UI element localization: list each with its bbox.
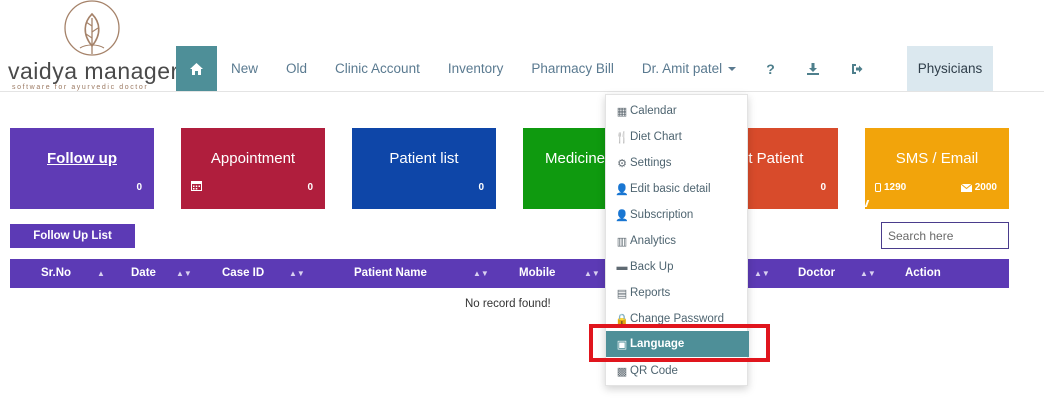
tile-label: Appointment	[210, 150, 296, 167]
sms-count: 1290	[875, 182, 906, 193]
menu-item-label: Edit basic detail	[630, 183, 711, 195]
patient-list-tile[interactable]: Patient list 0	[352, 128, 496, 209]
nav-old[interactable]: Old	[272, 46, 321, 91]
medicine-tile[interactable]: Medicine	[523, 128, 613, 209]
file-icon: ▤	[616, 287, 628, 300]
col-case-id[interactable]: Case ID	[222, 259, 264, 288]
empty-table-message: No record found!	[465, 298, 551, 310]
archive-icon: ▬	[616, 261, 628, 273]
envelope-icon	[960, 183, 972, 192]
user-icon: 👤	[615, 209, 629, 222]
patient-tile[interactable]: nt Patient 0	[740, 128, 838, 209]
tile-label: nt Patient	[740, 150, 804, 167]
sms-count-value: 1290	[884, 182, 907, 193]
menu-item-label: Analytics	[630, 235, 677, 247]
followup-list-button[interactable]: Follow Up List	[10, 224, 135, 248]
leaf-logo-icon	[64, 0, 120, 56]
tile-count: 0	[136, 182, 142, 193]
calendar-icon: ▦	[616, 105, 628, 118]
top-navigation: New Old Clinic Account Inventory Pharmac…	[176, 46, 879, 91]
tile-count: 0	[307, 182, 313, 193]
user-icon: 👤	[615, 183, 629, 196]
menu-item-settings[interactable]: ⚙ Settings	[606, 150, 747, 176]
nav-new[interactable]: New	[217, 46, 272, 91]
brand-tagline: software for ayurvedic doctor	[12, 84, 149, 91]
logout-icon	[851, 63, 863, 74]
col-mobile[interactable]: Mobile	[519, 259, 555, 288]
download-button[interactable]	[791, 46, 835, 91]
menu-item-label: QR Code	[630, 365, 678, 377]
nav-pharmacy-bill[interactable]: Pharmacy Bill	[517, 46, 628, 91]
sort-icon[interactable]: ▲▼	[860, 259, 876, 288]
menu-item-analytics[interactable]: ▥ Analytics	[606, 228, 747, 254]
col-date[interactable]: Date	[131, 259, 156, 288]
menu-item-calendar[interactable]: ▦ Calendar	[606, 98, 747, 124]
logout-button[interactable]	[835, 46, 879, 91]
sort-icon[interactable]: ▲▼	[289, 259, 305, 288]
search-input[interactable]	[881, 222, 1009, 249]
cutlery-icon: 🍴	[615, 131, 629, 144]
menu-item-label: Calendar	[630, 105, 677, 117]
brand-logo[interactable]: vaidya manager software for ayurvedic do…	[6, 0, 178, 92]
menu-item-edit-basic-detail[interactable]: 👤 Edit basic detail	[606, 176, 747, 202]
nav-inventory[interactable]: Inventory	[434, 46, 518, 91]
tile-mark	[864, 200, 870, 207]
bar-chart-icon: ▥	[616, 235, 628, 248]
calendar-icon	[191, 180, 202, 194]
sort-asc-icon[interactable]: ▲	[97, 259, 105, 288]
col-action: Action	[905, 267, 941, 279]
tile-label: Medicine	[545, 150, 606, 167]
sms-email-tile[interactable]: SMS / Email 1290 2000	[864, 128, 1009, 209]
sort-icon[interactable]: ▲▼	[754, 259, 770, 288]
tile-count: 0	[478, 182, 484, 193]
tile-label: SMS / Email	[895, 150, 979, 167]
brand-title: vaidya manager	[8, 58, 179, 84]
sort-icon[interactable]: ▲▼	[473, 259, 489, 288]
col-patient-name[interactable]: Patient Name	[354, 259, 427, 288]
col-doctor[interactable]: Doctor	[798, 259, 835, 288]
menu-item-subscription[interactable]: 👤 Subscription	[606, 202, 747, 228]
table-header: Sr.No ▲ Date ▲▼ Case ID ▲▼ Patient Name …	[10, 259, 1009, 288]
sort-icon[interactable]: ▲▼	[584, 259, 600, 288]
appointment-tile[interactable]: Appointment 0	[181, 128, 325, 209]
email-count-value: 2000	[974, 182, 997, 193]
help-button[interactable]: ?	[750, 46, 791, 91]
menu-item-diet-chart[interactable]: 🍴 Diet Chart	[606, 124, 747, 150]
nav-clinic-account[interactable]: Clinic Account	[321, 46, 434, 91]
menu-item-reports[interactable]: ▤ Reports	[606, 280, 747, 306]
mobile-icon	[875, 183, 881, 192]
tile-label: Patient list	[389, 150, 459, 167]
sort-icon[interactable]: ▲▼	[176, 259, 192, 288]
home-button[interactable]	[176, 46, 217, 91]
home-icon	[190, 62, 203, 75]
highlight-box	[589, 324, 770, 362]
download-icon	[806, 62, 819, 75]
gear-icon: ⚙	[617, 157, 627, 170]
followup-tile[interactable]: Follow up 0	[10, 128, 154, 209]
nav-user-menu[interactable]: Dr. Amit patel	[628, 46, 750, 91]
menu-item-label: Subscription	[630, 209, 694, 221]
menu-item-label: Settings	[630, 157, 672, 169]
tile-count: 0	[820, 182, 826, 193]
menu-item-label: Reports	[630, 287, 671, 299]
user-menu-label: Dr. Amit patel	[641, 61, 723, 76]
physicians-button[interactable]: Physicians	[907, 46, 993, 91]
tile-label: Follow up	[47, 150, 117, 167]
menu-item-label: Back Up	[630, 261, 674, 273]
email-count: 2000	[960, 182, 997, 193]
qrcode-icon: ▩	[616, 365, 628, 378]
col-sr-no[interactable]: Sr.No	[41, 259, 71, 288]
caret-down-icon	[728, 66, 737, 71]
menu-item-label: Diet Chart	[630, 131, 682, 143]
menu-item-back-up[interactable]: ▬ Back Up	[606, 254, 747, 280]
header-divider	[0, 91, 1044, 92]
question-icon: ?	[766, 60, 775, 77]
